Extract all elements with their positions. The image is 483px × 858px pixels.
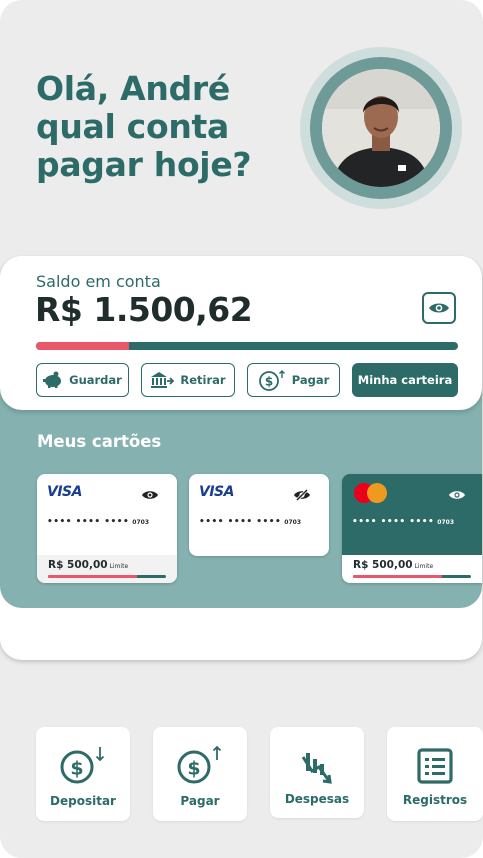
minha-carteira-label: Minha carteira — [357, 373, 453, 387]
mastercard-logo — [354, 483, 387, 503]
avatar-photo — [322, 69, 440, 187]
card-number-masked: •••• •••• •••• — [352, 517, 435, 527]
card-number: •••• •••• •••• 0703 — [199, 517, 301, 527]
card-limit-bar — [353, 575, 471, 578]
depositar-label: Depositar — [50, 794, 116, 808]
cards-section-title: Meus cartões — [37, 432, 162, 451]
chart-down-icon — [301, 753, 332, 784]
card-limit-bar-fill — [353, 575, 442, 578]
svg-text:$: $ — [265, 375, 273, 389]
card-last-digits: 0703 — [437, 519, 454, 526]
card-last-digits: 0703 — [132, 519, 149, 526]
guardar-button[interactable]: Guardar — [36, 363, 129, 397]
greeting-line-1: Olá, André — [36, 69, 230, 108]
bank-withdraw-icon — [151, 372, 175, 388]
pagar-quick-label: Pagar — [180, 794, 220, 808]
pagar-button[interactable]: $ Pagar — [247, 363, 340, 397]
credit-card-visa-2[interactable]: VISA •••• •••• •••• 0703 — [189, 474, 329, 556]
piggy-bank-icon — [43, 371, 62, 388]
card-last-digits: 0703 — [284, 519, 301, 526]
credit-card-mastercard[interactable]: •••• •••• •••• 0703 R$ 500,00 Limite — [342, 474, 482, 583]
eye-icon[interactable] — [448, 486, 466, 505]
card-limit-bar — [48, 575, 166, 578]
toggle-balance-visibility-button[interactable] — [422, 292, 456, 324]
eye-off-icon[interactable] — [293, 486, 311, 505]
balance-value: R$ 1.500,62 — [35, 290, 253, 329]
card-limit-label: Limite — [109, 563, 129, 570]
registros-label: Registros — [402, 793, 468, 807]
list-icon — [417, 748, 453, 784]
eye-icon — [429, 303, 449, 313]
visa-logo: VISA — [47, 484, 82, 500]
greeting-line-2: qual conta — [36, 107, 229, 146]
greeting-line-3: pagar hoje? — [36, 145, 252, 184]
card-limit-label: Limite — [414, 563, 434, 570]
depositar-button[interactable]: $ Depositar — [36, 727, 130, 821]
balance-card: Saldo em conta R$ 1.500,62 Guardar Retir… — [0, 256, 482, 410]
balance-progress-fill — [36, 342, 129, 350]
despesas-button[interactable]: Despesas — [270, 727, 364, 818]
guardar-label: Guardar — [69, 373, 122, 387]
card-number: •••• •••• •••• 0703 — [352, 517, 454, 527]
retirar-button[interactable]: Retirar — [141, 363, 235, 397]
balance-progress-bar — [36, 342, 458, 350]
minha-carteira-button[interactable]: Minha carteira — [352, 363, 458, 397]
card-number: •••• •••• •••• 0703 — [47, 517, 149, 527]
credit-card-visa-1[interactable]: VISA •••• •••• •••• 0703 R$ 500,00 Limite — [37, 474, 177, 583]
dollar-up-icon: $ — [258, 370, 285, 391]
card-limit-value: R$ 500,00 — [353, 559, 413, 571]
pagar-quick-button[interactable]: $ Pagar — [153, 727, 247, 821]
dollar-down-icon: $ — [60, 747, 105, 784]
app-screen: Olá, André qual conta pagar hoje? Meus c… — [0, 0, 483, 858]
visa-logo: VISA — [199, 484, 234, 500]
card-limit: R$ 500,00 Limite — [353, 559, 433, 571]
card-limit-footer: R$ 500,00 Limite — [37, 555, 177, 583]
balance-label: Saldo em conta — [36, 272, 161, 291]
card-number-masked: •••• •••• •••• — [199, 517, 282, 527]
card-number-masked: •••• •••• •••• — [47, 517, 130, 527]
registros-button[interactable]: Registros — [387, 727, 483, 821]
card-limit: R$ 500,00 Limite — [48, 559, 128, 571]
avatar[interactable] — [300, 47, 462, 209]
eye-icon[interactable] — [141, 486, 159, 505]
svg-text:$: $ — [70, 758, 83, 780]
svg-text:$: $ — [187, 758, 200, 780]
despesas-label: Despesas — [284, 792, 350, 806]
user-photo-icon — [322, 69, 440, 187]
card-limit-footer: R$ 500,00 Limite — [342, 555, 482, 583]
card-limit-bar-fill — [48, 575, 137, 578]
dollar-up-icon: $ — [177, 745, 222, 784]
pagar-label: Pagar — [291, 373, 330, 387]
greeting-heading: Olá, André qual conta pagar hoje? — [36, 70, 286, 184]
retirar-label: Retirar — [180, 373, 226, 387]
account-panel: Meus cartões VISA •••• •••• •••• 0703 R$ … — [0, 256, 482, 660]
card-limit-value: R$ 500,00 — [48, 559, 108, 571]
